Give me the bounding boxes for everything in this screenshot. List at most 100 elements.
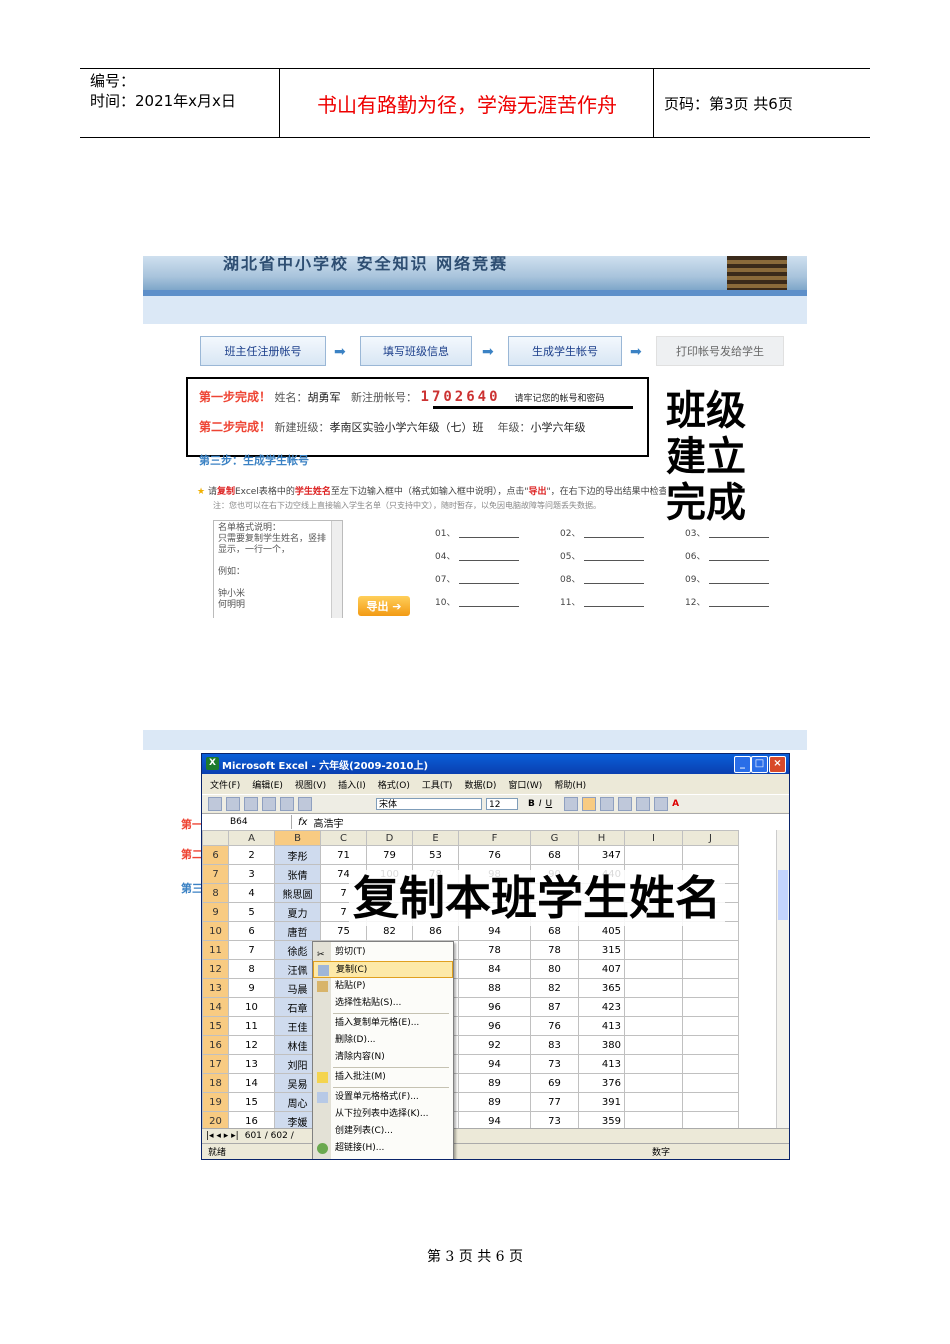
cell[interactable]: 71	[320, 845, 367, 865]
cell[interactable]: 391	[578, 1092, 625, 1112]
cell[interactable]: 53	[412, 845, 459, 865]
student-field[interactable]: 03、	[685, 526, 770, 539]
cell[interactable]: 376	[578, 1073, 625, 1093]
student-field[interactable]: 01、	[435, 526, 520, 539]
cell[interactable]	[682, 1035, 739, 1055]
row-header[interactable]: 12	[202, 959, 229, 979]
cell[interactable]: 15	[228, 1092, 275, 1112]
cell[interactable]: 89	[458, 1073, 531, 1093]
cell[interactable]: 407	[578, 959, 625, 979]
step-print-accounts[interactable]: 打印帐号发给学生	[656, 336, 784, 366]
cell[interactable]	[682, 1073, 739, 1093]
row-header[interactable]: 14	[202, 997, 229, 1017]
menu-tools[interactable]: 工具(T)	[422, 778, 453, 791]
align-left-icon[interactable]	[564, 796, 579, 811]
align-right-icon[interactable]	[600, 796, 615, 811]
menu-format-cells[interactable]: 设置单元格格式(F)...	[313, 1089, 453, 1106]
row-header[interactable]: 13	[202, 978, 229, 998]
cell[interactable]: 94	[458, 1054, 531, 1074]
align-center-icon[interactable]	[582, 796, 597, 811]
cell[interactable]: 13	[228, 1054, 275, 1074]
menu-paste-special[interactable]: 选择性粘贴(S)...	[313, 995, 453, 1012]
menu-view[interactable]: 视图(V)	[295, 778, 326, 791]
cell[interactable]: 83	[530, 1035, 579, 1055]
fill-color-icon[interactable]	[654, 796, 669, 811]
cell[interactable]: 96	[458, 1016, 531, 1036]
menu-copy[interactable]: 复制(C)	[313, 961, 453, 978]
cell[interactable]	[682, 845, 739, 865]
function-icon[interactable]: fx	[298, 817, 307, 828]
cell[interactable]: 89	[458, 1092, 531, 1112]
cell[interactable]: 68	[530, 845, 579, 865]
student-name-cell[interactable]: 李彤	[274, 845, 321, 865]
cell[interactable]: 88	[458, 978, 531, 998]
cell[interactable]: 78	[458, 940, 531, 960]
cell[interactable]: 87	[530, 997, 579, 1017]
underline-icon[interactable]: U	[546, 799, 553, 809]
maximize-icon[interactable]: □	[751, 756, 768, 773]
name-input-box[interactable]: 名单格式说明： 只需要复制学生姓名，竖排 显示，一行一个， 例如： 钟小米 何明…	[213, 520, 343, 618]
font-size-select[interactable]: 12	[486, 797, 518, 810]
cell[interactable]: 76	[458, 845, 531, 865]
cell[interactable]: 359	[578, 1111, 625, 1128]
cell[interactable]	[682, 1016, 739, 1036]
cell[interactable]: 92	[458, 1035, 531, 1055]
row-header[interactable]: 17	[202, 1054, 229, 1074]
cell[interactable]: 76	[530, 1016, 579, 1036]
cell[interactable]: 73	[530, 1111, 579, 1128]
cell[interactable]: 16	[228, 1111, 275, 1128]
column-header[interactable]: A	[228, 830, 275, 846]
cell[interactable]	[624, 1092, 683, 1112]
name-box[interactable]: B64	[202, 815, 292, 829]
row-header[interactable]: 19	[202, 1092, 229, 1112]
permission-icon[interactable]	[262, 796, 276, 811]
student-field[interactable]: 11、	[560, 595, 645, 608]
cell[interactable]: 380	[578, 1035, 625, 1055]
cell[interactable]: 79	[366, 845, 413, 865]
vertical-scrollbar[interactable]	[776, 830, 789, 1128]
cell[interactable]: 69	[530, 1073, 579, 1093]
cell[interactable]: 8	[228, 959, 275, 979]
student-name-cell[interactable]: 夏力	[274, 902, 321, 922]
corner-cell[interactable]	[202, 830, 229, 846]
row-header[interactable]: 10	[202, 921, 229, 941]
cell[interactable]: 84	[458, 959, 531, 979]
menu-hyperlink[interactable]: 超链接(H)...	[313, 1140, 453, 1157]
bold-icon[interactable]: B	[528, 799, 535, 809]
row-header[interactable]: 20	[202, 1111, 229, 1128]
cell[interactable]: 80	[530, 959, 579, 979]
minimize-icon[interactable]: _	[734, 756, 751, 773]
cell[interactable]: 347	[578, 845, 625, 865]
row-header[interactable]: 6	[202, 845, 229, 865]
borders-icon[interactable]	[636, 796, 651, 811]
row-header[interactable]: 8	[202, 883, 229, 903]
cell[interactable]: 5	[228, 902, 275, 922]
menu-cut[interactable]: ✂ 剪切(T)	[313, 944, 453, 961]
menu-create-list[interactable]: 创建列表(C)...	[313, 1123, 453, 1140]
new-icon[interactable]	[208, 796, 222, 811]
cell[interactable]: 14	[228, 1073, 275, 1093]
cell[interactable]	[624, 1035, 683, 1055]
cell[interactable]	[682, 940, 739, 960]
cell[interactable]: 9	[228, 978, 275, 998]
font-color-icon[interactable]: A	[672, 799, 679, 809]
close-icon[interactable]: ×	[769, 756, 786, 773]
formula-input[interactable]: 高浩宇	[313, 815, 343, 830]
cell[interactable]: 96	[458, 997, 531, 1017]
save-icon[interactable]	[244, 796, 258, 811]
print-icon[interactable]	[280, 796, 294, 811]
cell[interactable]: 3	[228, 864, 275, 884]
student-name-cell[interactable]: 张倩	[274, 864, 321, 884]
row-header[interactable]: 9	[202, 902, 229, 922]
row-header[interactable]: 16	[202, 1035, 229, 1055]
student-field[interactable]: 08、	[560, 572, 645, 585]
student-field[interactable]: 10、	[435, 595, 520, 608]
sheet-tab[interactable]: 601 / 602 /	[245, 1131, 294, 1141]
tab-nav-icon[interactable]: |◂ ◂ ▸ ▸|	[206, 1131, 239, 1141]
menu-paste[interactable]: 粘贴(P)	[313, 978, 453, 995]
cell[interactable]: 423	[578, 997, 625, 1017]
menu-edit[interactable]: 编辑(E)	[252, 778, 283, 791]
namebox-scrollbar[interactable]	[331, 521, 342, 618]
cell[interactable]: 2	[228, 845, 275, 865]
column-header[interactable]: I	[624, 830, 683, 846]
